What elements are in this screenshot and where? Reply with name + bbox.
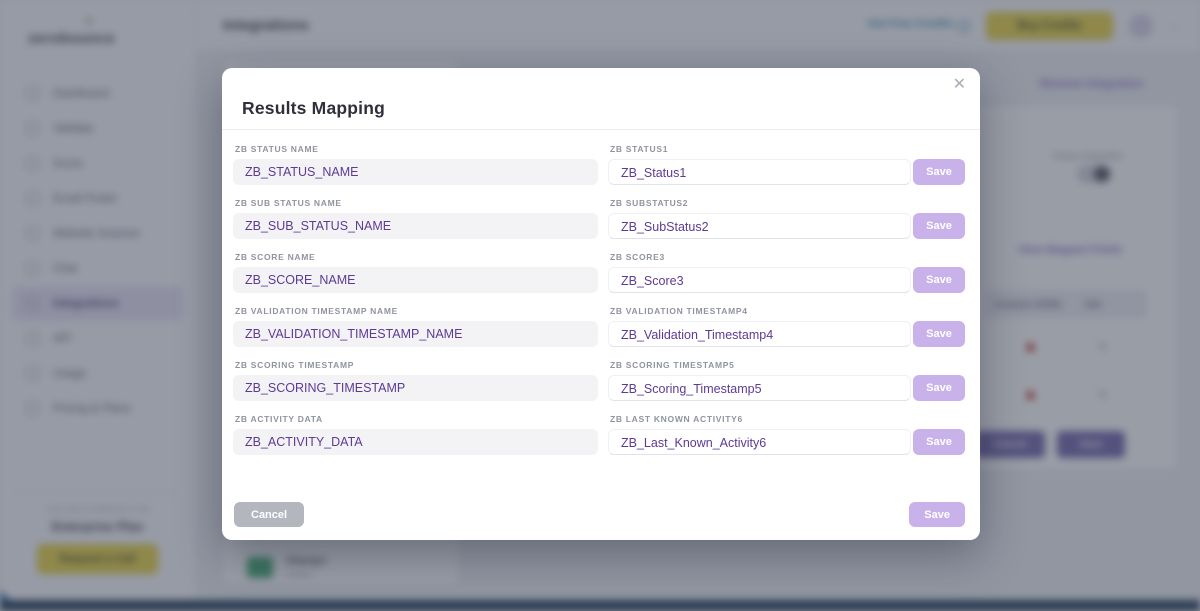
field-label: ZB STATUS1 — [610, 144, 965, 154]
mapped-field-input[interactable]: ZB_Status1 — [608, 159, 911, 185]
zb-source-field[interactable]: ZB_SCORE_NAME — [233, 267, 598, 293]
zb-source-field[interactable]: ZB_STATUS_NAME — [233, 159, 598, 185]
row-save-button[interactable]: Save — [913, 429, 965, 455]
mapping-row: ZB SCORING TIMESTAMP ZB_SCORING_TIMESTAM… — [233, 360, 965, 401]
row-save-button[interactable]: Save — [913, 321, 965, 347]
field-label: ZB VALIDATION TIMESTAMP NAME — [235, 306, 598, 316]
row-save-button[interactable]: Save — [913, 159, 965, 185]
mapped-field-input[interactable]: ZB_Score3 — [608, 267, 911, 293]
field-label: ZB STATUS NAME — [235, 144, 598, 154]
mapping-row: ZB ACTIVITY DATA ZB_ACTIVITY_DATA ZB LAS… — [233, 414, 965, 455]
cancel-button[interactable]: Cancel — [234, 502, 304, 527]
mapped-field-input[interactable]: ZB_Validation_Timestamp4 — [608, 321, 911, 347]
field-label: ZB SCORE NAME — [235, 252, 598, 262]
mapping-row: ZB VALIDATION TIMESTAMP NAME ZB_VALIDATI… — [233, 306, 965, 347]
mapping-row: ZB SUB STATUS NAME ZB_SUB_STATUS_NAME ZB… — [233, 198, 965, 239]
modal-title: Results Mapping — [242, 98, 954, 119]
zb-source-field[interactable]: ZB_ACTIVITY_DATA — [233, 429, 598, 455]
zb-source-field[interactable]: ZB_VALIDATION_TIMESTAMP_NAME — [233, 321, 598, 347]
field-label: ZB SCORE3 — [610, 252, 965, 262]
modal-header: Results Mapping — [222, 68, 980, 130]
mapping-row: ZB SCORE NAME ZB_SCORE_NAME ZB SCORE3 ZB… — [233, 252, 965, 293]
field-label: ZB SCORING TIMESTAMP — [235, 360, 598, 370]
field-label: ZB SUB STATUS NAME — [235, 198, 598, 208]
row-save-button[interactable]: Save — [913, 267, 965, 293]
row-save-button[interactable]: Save — [913, 213, 965, 239]
field-label: ZB ACTIVITY DATA — [235, 414, 598, 424]
field-label: ZB LAST KNOWN ACTIVITY6 — [610, 414, 965, 424]
zb-source-field[interactable]: ZB_SUB_STATUS_NAME — [233, 213, 598, 239]
mapped-field-input[interactable]: ZB_SubStatus2 — [608, 213, 911, 239]
zb-source-field[interactable]: ZB_SCORING_TIMESTAMP — [233, 375, 598, 401]
field-label: ZB VALIDATION TIMESTAMP4 — [610, 306, 965, 316]
mapped-field-input[interactable]: ZB_Scoring_Timestamp5 — [608, 375, 911, 401]
save-button[interactable]: Save — [909, 502, 965, 527]
results-mapping-modal: ✕ Results Mapping ZB STATUS NAME ZB_STAT… — [222, 68, 980, 540]
mapped-field-input[interactable]: ZB_Last_Known_Activity6 — [608, 429, 911, 455]
field-label: ZB SUBSTATUS2 — [610, 198, 965, 208]
row-save-button[interactable]: Save — [913, 375, 965, 401]
modal-footer: Cancel Save — [234, 502, 965, 527]
field-label: ZB SCORING TIMESTAMP5 — [610, 360, 965, 370]
close-icon[interactable]: ✕ — [953, 77, 966, 93]
mapping-row: ZB STATUS NAME ZB_STATUS_NAME ZB STATUS1… — [233, 144, 965, 185]
modal-body: ZB STATUS NAME ZB_STATUS_NAME ZB STATUS1… — [222, 130, 980, 455]
